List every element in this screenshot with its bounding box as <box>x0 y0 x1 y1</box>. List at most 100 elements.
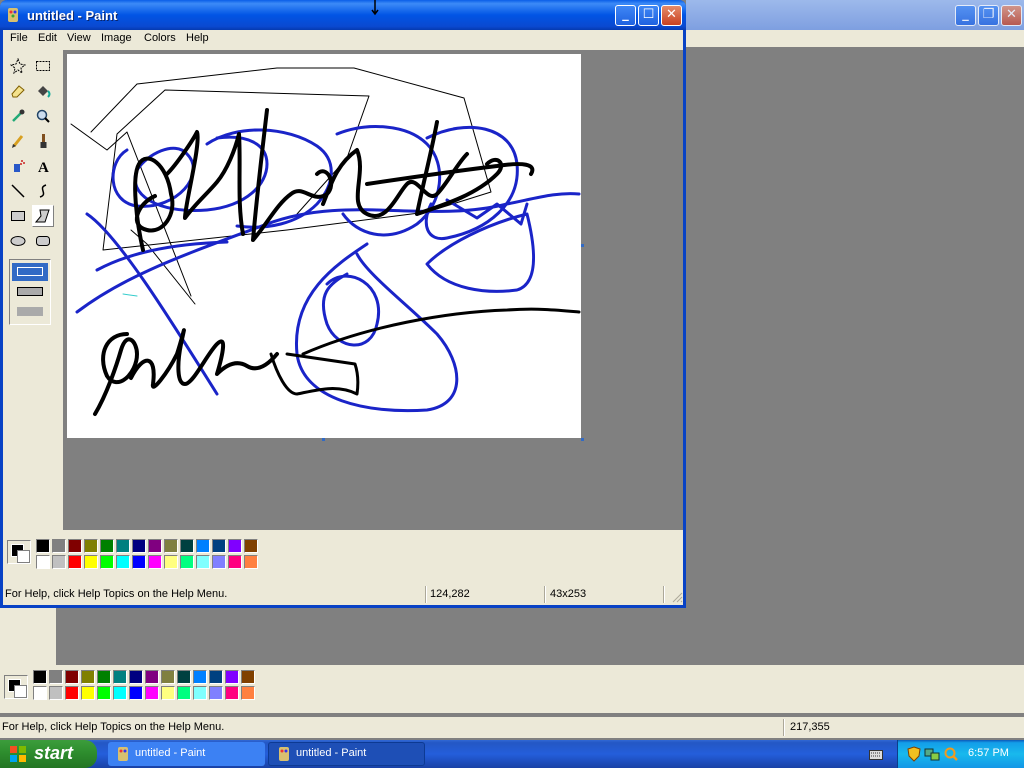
network-icon[interactable] <box>924 746 940 762</box>
palette-color-swatch[interactable] <box>100 539 114 553</box>
background-palette-color-swatch[interactable] <box>161 686 175 700</box>
background-palette-color-swatch[interactable] <box>161 670 175 684</box>
palette-color-swatch[interactable] <box>100 555 114 569</box>
minimize-button[interactable]: _ <box>615 5 636 26</box>
background-restore-button[interactable]: ❐ <box>978 5 999 26</box>
palette-color-swatch[interactable] <box>212 555 226 569</box>
fill-tool[interactable] <box>32 80 54 102</box>
background-close-button[interactable]: ✕ <box>1001 5 1022 26</box>
resize-grip-icon[interactable] <box>671 591 683 603</box>
background-palette-color-swatch[interactable] <box>81 686 95 700</box>
palette-color-swatch[interactable] <box>84 555 98 569</box>
palette-color-swatch[interactable] <box>68 555 82 569</box>
keyboard-icon[interactable] <box>869 750 883 760</box>
airbrush-tool[interactable] <box>7 155 29 177</box>
eraser-tool[interactable] <box>7 80 29 102</box>
canvas-workspace[interactable] <box>63 50 683 530</box>
palette-color-swatch[interactable] <box>164 555 178 569</box>
menu-file[interactable]: File <box>10 32 28 44</box>
palette-color-swatch[interactable] <box>132 555 146 569</box>
background-palette-color-swatch[interactable] <box>145 686 159 700</box>
palette-color-swatch[interactable] <box>228 539 242 553</box>
menu-image[interactable]: Image <box>101 32 132 44</box>
curve-tool[interactable] <box>32 180 54 202</box>
palette-color-swatch[interactable] <box>212 539 226 553</box>
palette-color-swatch[interactable] <box>52 539 66 553</box>
menu-edit[interactable]: Edit <box>38 32 57 44</box>
palette-color-swatch[interactable] <box>164 539 178 553</box>
background-palette-color-swatch[interactable] <box>129 670 143 684</box>
background-palette-color-swatch[interactable] <box>33 686 47 700</box>
background-palette-color-swatch[interactable] <box>177 686 191 700</box>
palette-color-swatch[interactable] <box>68 539 82 553</box>
palette-color-swatch[interactable] <box>148 539 162 553</box>
palette-color-swatch[interactable] <box>148 555 162 569</box>
palette-color-swatch[interactable] <box>244 539 258 553</box>
background-palette-color-swatch[interactable] <box>97 670 111 684</box>
maximize-button[interactable]: ☐ <box>638 5 659 26</box>
drawing-canvas[interactable] <box>67 54 581 438</box>
background-palette-color-swatch[interactable] <box>33 670 47 684</box>
polygon-tool[interactable] <box>32 205 54 227</box>
palette-color-swatch[interactable] <box>180 539 194 553</box>
palette-color-swatch[interactable] <box>132 539 146 553</box>
palette-color-swatch[interactable] <box>52 555 66 569</box>
magnifier-tool[interactable] <box>32 105 54 127</box>
palette-color-swatch[interactable] <box>196 539 210 553</box>
palette-color-swatch[interactable] <box>116 555 130 569</box>
select-tool[interactable] <box>32 55 54 77</box>
background-palette-color-swatch[interactable] <box>65 670 79 684</box>
pencil-tool[interactable] <box>7 130 29 152</box>
title-bar[interactable]: untitled - Paint _ ☐ ✕ <box>0 0 686 30</box>
background-current-colors[interactable] <box>4 675 28 699</box>
start-button[interactable]: start <box>0 740 97 768</box>
rounded-rectangle-tool[interactable] <box>32 230 54 252</box>
menu-help[interactable]: Help <box>186 32 209 44</box>
background-palette-color-swatch[interactable] <box>241 686 255 700</box>
background-palette-color-swatch[interactable] <box>225 670 239 684</box>
fill-style-fill-only[interactable] <box>17 307 43 316</box>
background-palette-color-swatch[interactable] <box>65 686 79 700</box>
background-palette-color-swatch[interactable] <box>97 686 111 700</box>
brush-tool[interactable] <box>32 130 54 152</box>
palette-color-swatch[interactable] <box>116 539 130 553</box>
palette-color-swatch[interactable] <box>228 555 242 569</box>
menu-colors[interactable]: Colors <box>144 32 176 44</box>
taskbar-item-paint-1[interactable]: untitled - Paint <box>108 742 265 766</box>
taskbar-item-paint-2[interactable]: untitled - Paint <box>268 742 425 766</box>
background-palette-color-swatch[interactable] <box>209 686 223 700</box>
background-minimize-button[interactable]: _ <box>955 5 976 26</box>
palette-color-swatch[interactable] <box>36 555 50 569</box>
search-icon[interactable] <box>943 746 959 762</box>
canvas-resize-handle-right[interactable] <box>581 244 584 247</box>
palette-color-swatch[interactable] <box>36 539 50 553</box>
menu-view[interactable]: View <box>67 32 91 44</box>
canvas-resize-handle-bottom[interactable] <box>322 438 325 441</box>
background-palette-color-swatch[interactable] <box>177 670 191 684</box>
ellipse-tool[interactable] <box>7 230 29 252</box>
rectangle-tool[interactable] <box>7 205 29 227</box>
text-tool[interactable]: A <box>32 155 54 177</box>
line-tool[interactable] <box>7 180 29 202</box>
palette-color-swatch[interactable] <box>180 555 194 569</box>
background-palette-color-swatch[interactable] <box>209 670 223 684</box>
close-button[interactable]: ✕ <box>661 5 682 26</box>
background-palette-color-swatch[interactable] <box>113 670 127 684</box>
pick-color-tool[interactable] <box>7 105 29 127</box>
palette-color-swatch[interactable] <box>244 555 258 569</box>
canvas-resize-handle-corner[interactable] <box>581 438 584 441</box>
fill-style-outline[interactable] <box>12 263 48 281</box>
current-colors[interactable] <box>7 540 31 564</box>
background-palette-color-swatch[interactable] <box>113 686 127 700</box>
background-palette-color-swatch[interactable] <box>193 670 207 684</box>
security-shield-icon[interactable] <box>907 746 921 762</box>
free-form-select-tool[interactable] <box>7 55 29 77</box>
background-palette-color-swatch[interactable] <box>49 686 63 700</box>
background-palette-color-swatch[interactable] <box>49 670 63 684</box>
background-palette-color-swatch[interactable] <box>193 686 207 700</box>
background-palette-color-swatch[interactable] <box>81 670 95 684</box>
fill-style-outline-fill[interactable] <box>17 287 43 296</box>
background-palette-color-swatch[interactable] <box>225 686 239 700</box>
palette-color-swatch[interactable] <box>84 539 98 553</box>
background-palette-color-swatch[interactable] <box>129 686 143 700</box>
